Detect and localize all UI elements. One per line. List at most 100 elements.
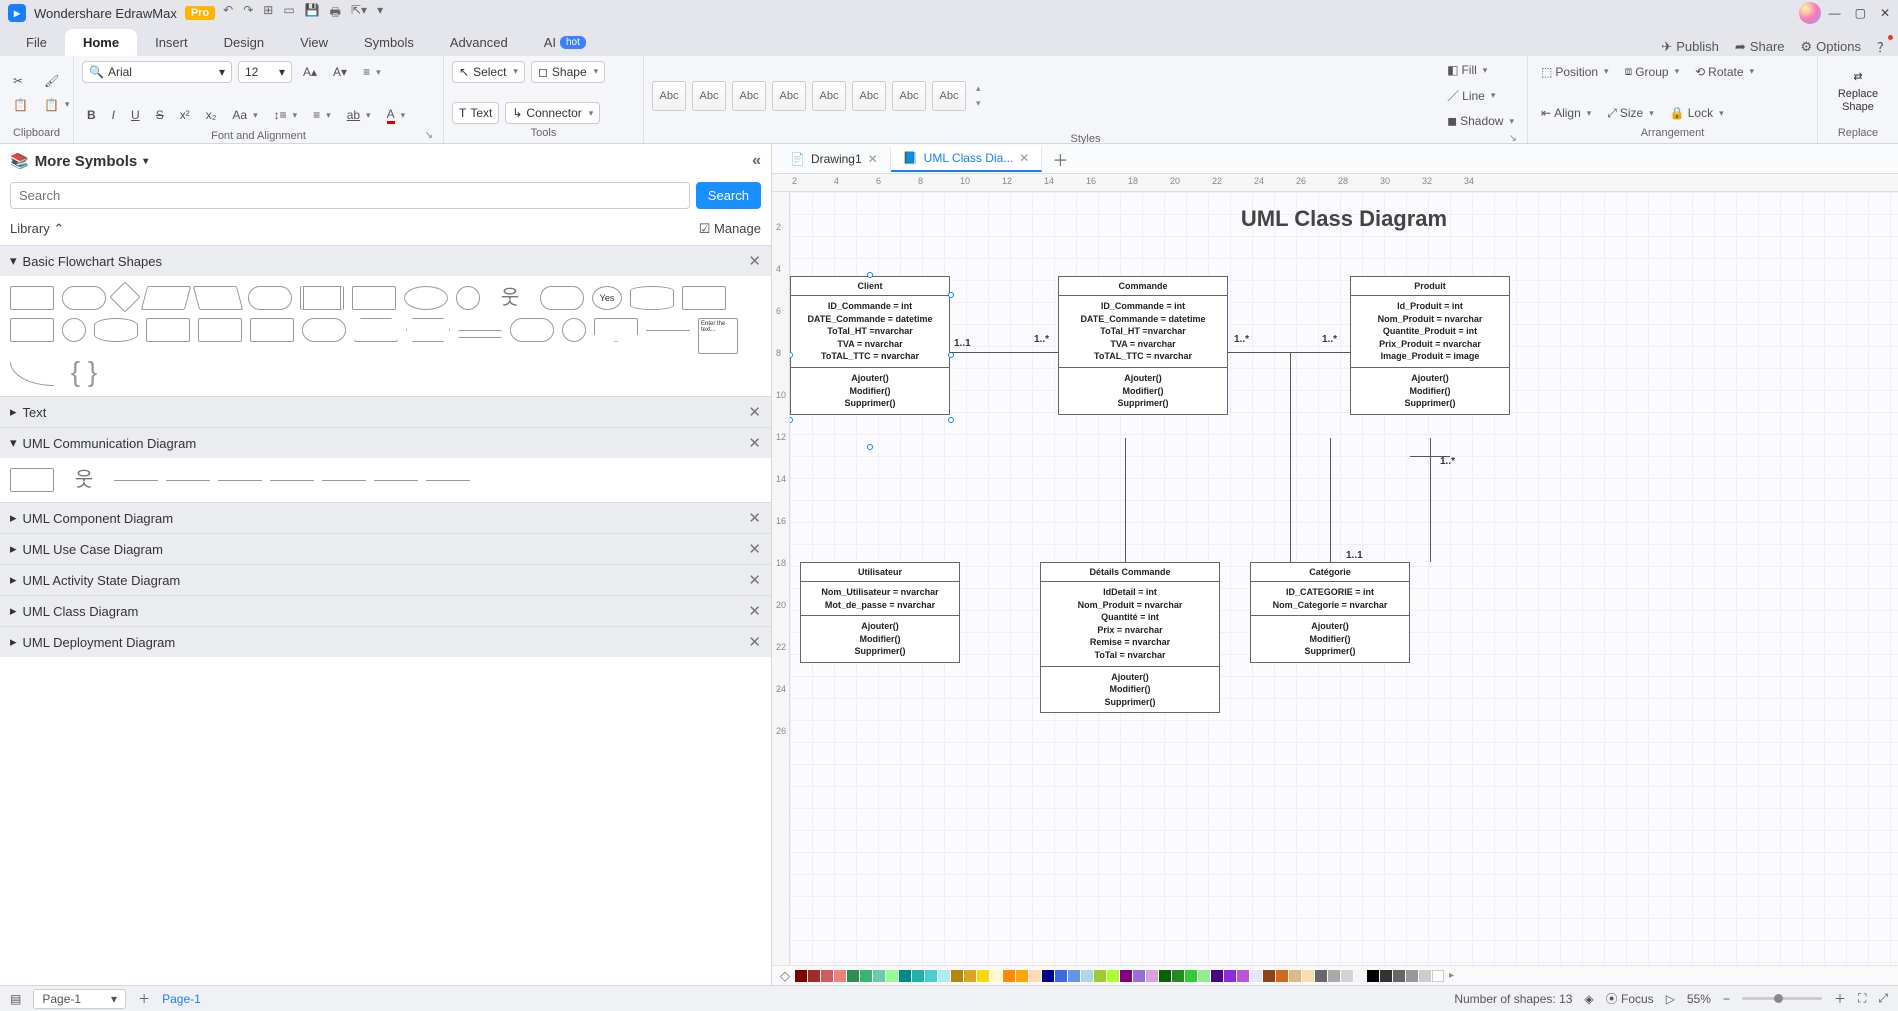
font-color-icon[interactable]: A — [382, 104, 411, 127]
color-swatch[interactable] — [1094, 970, 1106, 982]
styles-down-icon[interactable]: ▾ — [976, 98, 981, 109]
style-swatch-1[interactable]: Abc — [652, 81, 686, 111]
connector-tool[interactable]: ↳ Connector — [505, 102, 600, 124]
class-categorie[interactable]: Catégorie ID_CATEGORIE = int Nom_Categor… — [1250, 562, 1410, 663]
color-swatch[interactable] — [1016, 970, 1028, 982]
shape-parallel[interactable] — [458, 330, 502, 338]
options-button[interactable]: ⚙ Options — [1801, 39, 1861, 55]
shape-tool[interactable]: ◻ Shape — [531, 61, 605, 83]
open-icon[interactable]: ▭ — [283, 3, 294, 24]
undo-icon[interactable]: ↶ — [223, 3, 233, 24]
tab-symbols[interactable]: Symbols — [346, 29, 432, 56]
color-swatch[interactable] — [873, 970, 885, 982]
shape-r2-11[interactable] — [562, 318, 586, 342]
grow-font-icon[interactable]: A▴ — [298, 62, 322, 82]
shape-predefined[interactable] — [300, 286, 344, 310]
color-swatch[interactable] — [964, 970, 976, 982]
uml-comm-actor[interactable]: 웃 — [62, 468, 106, 492]
close-tab-icon[interactable]: ✕ — [1019, 151, 1029, 165]
color-swatch[interactable] — [834, 970, 846, 982]
symbol-search-button[interactable]: Search — [696, 182, 761, 209]
underline-icon[interactable]: U — [126, 105, 145, 125]
add-page-icon[interactable]: ＋ — [138, 990, 150, 1007]
shape-card[interactable] — [682, 286, 726, 310]
close-icon[interactable]: ✕ — [748, 434, 761, 452]
page-link[interactable]: Page-1 — [162, 992, 201, 1006]
uml-comm-frame[interactable] — [10, 468, 54, 492]
color-swatch[interactable] — [1315, 970, 1327, 982]
tab-insert[interactable]: Insert — [137, 29, 206, 56]
shape-rounded[interactable] — [62, 286, 106, 310]
color-swatch[interactable] — [1159, 970, 1171, 982]
color-swatch[interactable] — [1055, 970, 1067, 982]
share-button[interactable]: ➦ Share — [1735, 39, 1785, 55]
color-swatch[interactable] — [1419, 970, 1431, 982]
category-uml-communication[interactable]: ▾ UML Communication Diagram✕ — [0, 427, 771, 458]
close-icon[interactable]: ✕ — [748, 633, 761, 651]
fullscreen-icon[interactable]: ⤢ — [1878, 991, 1888, 1006]
tab-design[interactable]: Design — [206, 29, 282, 56]
copy-icon[interactable]: 📋 — [8, 95, 33, 115]
uml-comm-link1[interactable] — [114, 480, 158, 481]
shape-terminator[interactable] — [248, 286, 292, 310]
print-icon[interactable]: 🖶 — [330, 3, 341, 24]
zoom-in-icon[interactable]: ＋ — [1834, 990, 1846, 1007]
shape-r2-7[interactable] — [302, 318, 346, 342]
export-icon[interactable]: ⇱▾ — [351, 3, 367, 24]
color-swatch[interactable] — [990, 970, 1002, 982]
redo-icon[interactable]: ↷ — [243, 3, 253, 24]
font-size-select[interactable]: 12▾ — [238, 61, 292, 83]
uml-comm-link3[interactable] — [218, 480, 262, 481]
shape-pentagon[interactable] — [594, 318, 638, 342]
shape-r2-10[interactable] — [510, 318, 554, 342]
tab-view[interactable]: View — [282, 29, 346, 56]
close-icon[interactable]: ✕ — [748, 602, 761, 620]
strike-icon[interactable]: S — [151, 105, 169, 125]
font-launcher-icon[interactable]: ↘ — [423, 130, 435, 141]
color-swatch[interactable] — [795, 970, 807, 982]
align-button[interactable]: ⇤ Align — [1536, 103, 1596, 123]
styles-up-icon[interactable]: ▴ — [976, 83, 981, 94]
present-icon[interactable]: ▷ — [1666, 992, 1675, 1006]
shape-arrow[interactable] — [646, 330, 690, 331]
minimize-icon[interactable]: — — [1829, 6, 1841, 20]
category-uml-component[interactable]: ▸ UML Component Diagram✕ — [0, 502, 771, 533]
uml-comm-link7[interactable] — [426, 480, 470, 481]
shape-parallelogram2[interactable] — [193, 286, 243, 310]
color-swatch[interactable] — [1380, 970, 1392, 982]
color-swatch[interactable] — [925, 970, 937, 982]
zoom-slider[interactable] — [1742, 997, 1822, 1000]
shadow-button[interactable]: ◼ Shadow — [1442, 111, 1519, 131]
color-swatch[interactable] — [1302, 970, 1314, 982]
close-window-icon[interactable]: ✕ — [1880, 6, 1890, 20]
color-swatch[interactable] — [886, 970, 898, 982]
text-tool[interactable]: T Text — [452, 102, 499, 124]
color-swatch[interactable] — [1146, 970, 1158, 982]
doc-tab-drawing1[interactable]: 📄 Drawing1 ✕ — [778, 147, 891, 171]
format-painter-icon[interactable]: 🖌 — [39, 71, 74, 91]
nofill-icon[interactable]: ◇ — [776, 968, 794, 984]
shape-arc[interactable] — [10, 362, 54, 386]
style-swatch-7[interactable]: Abc — [892, 81, 926, 111]
add-tab-icon[interactable]: ＋ — [1042, 147, 1078, 171]
close-tab-icon[interactable]: ✕ — [868, 152, 878, 166]
color-swatch[interactable] — [1133, 970, 1145, 982]
class-produit[interactable]: Produit Id_Produit = int Nom_Produit = n… — [1350, 276, 1510, 415]
linespacing-icon[interactable]: ↕≡ — [269, 105, 303, 125]
shape-hexagon[interactable] — [406, 318, 450, 342]
color-swatch[interactable] — [1042, 970, 1054, 982]
style-swatch-8[interactable]: Abc — [932, 81, 966, 111]
color-swatch[interactable] — [1120, 970, 1132, 982]
new-icon[interactable]: ⊞ — [263, 3, 273, 24]
bold-icon[interactable]: B — [82, 105, 101, 125]
color-swatch[interactable] — [1211, 970, 1223, 982]
shape-note[interactable]: Enter the text... — [698, 318, 738, 354]
replace-shape-button[interactable]: ⇄ Replace Shape — [1826, 71, 1890, 115]
outline-icon[interactable]: ▤ — [10, 992, 21, 1006]
symbol-search-input[interactable] — [10, 182, 690, 209]
color-swatch[interactable] — [1003, 970, 1015, 982]
shape-usecase[interactable] — [540, 286, 584, 310]
color-swatch[interactable] — [1406, 970, 1418, 982]
select-tool[interactable]: ↖ Select — [452, 61, 525, 83]
font-family-select[interactable]: 🔍 Arial▾ — [82, 61, 232, 83]
